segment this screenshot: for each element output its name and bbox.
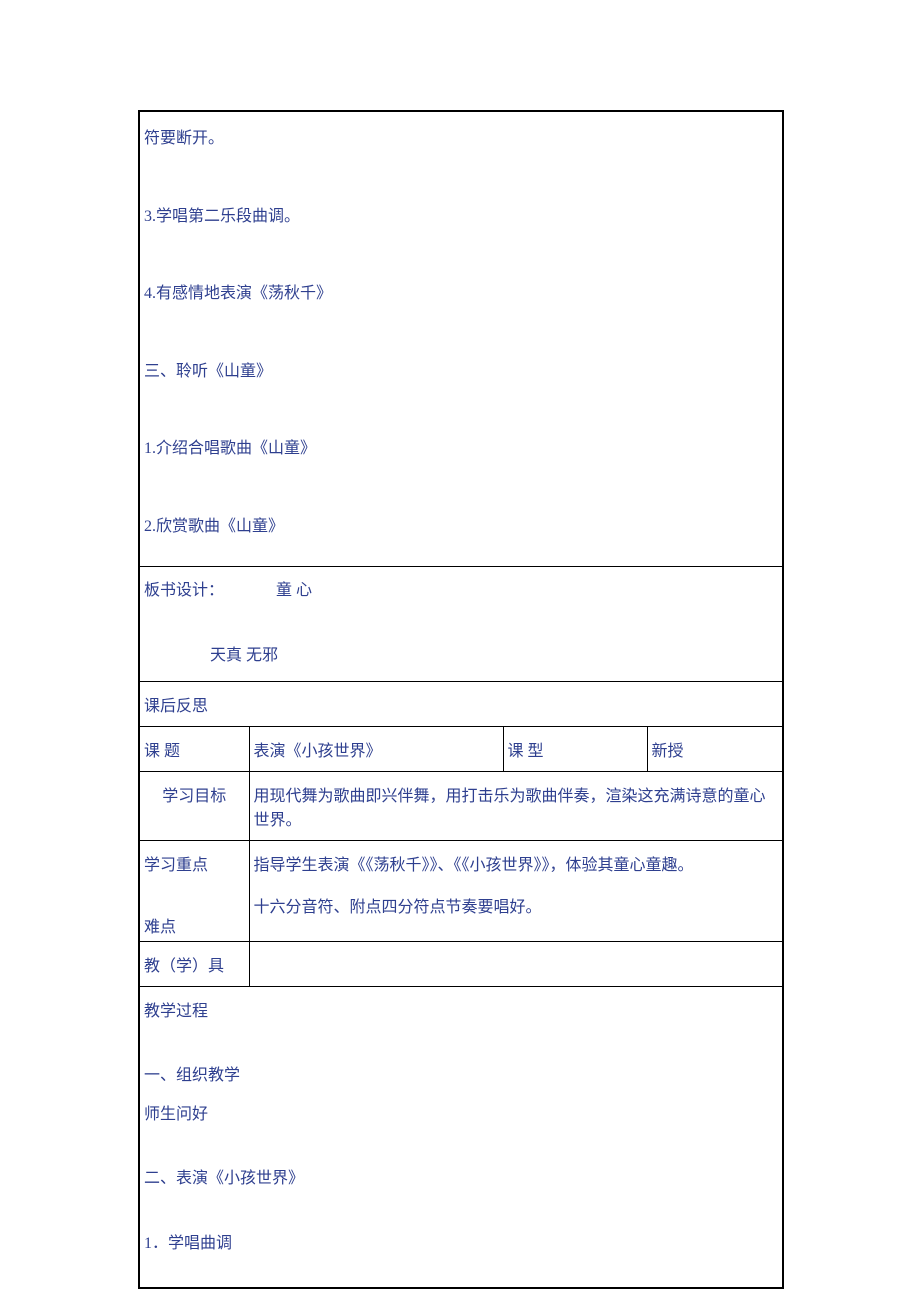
text-line: 4.有感情地表演《荡秋千》 xyxy=(144,273,778,315)
board-design: 板书设计： 童 心 天真 无邪 xyxy=(140,567,782,681)
reflection-label: 课后反思 xyxy=(144,698,208,715)
top-content-row: 符要断开。 3.学唱第二乐段曲调。 4.有感情地表演《荡秋千》 三、聆听《山童》… xyxy=(139,111,783,566)
board-subtitle: 天真 无邪 xyxy=(144,638,778,673)
bottom-content: 教学过程 一、组织教学 师生问好 二、表演《小孩世界》 1．学唱曲调 xyxy=(140,987,782,1287)
top-content: 符要断开。 3.学唱第二乐段曲调。 4.有感情地表演《荡秋千》 三、聆听《山童》… xyxy=(140,112,782,566)
goal-value: 用现代舞为歌曲即兴伴舞，用打击乐为歌曲伴奏，渲染这充满诗意的童心世界。 xyxy=(249,771,783,840)
text-line: 1.介绍合唱歌曲《山童》 xyxy=(144,428,778,470)
text-line: 三、聆听《山童》 xyxy=(144,351,778,393)
text-line: 师生问好 xyxy=(144,1096,778,1134)
tools-row: 教（学）具 xyxy=(139,941,783,986)
focus-value-cell: 指导学生表演《《荡秋千》》、《《小孩世界》》，体验其童心童趣。 十六分音符、附点… xyxy=(249,840,783,941)
bottom-content-row: 教学过程 一、组织教学 师生问好 二、表演《小孩世界》 1．学唱曲调 xyxy=(139,986,783,1287)
focus-label1: 学习重点 xyxy=(144,851,245,875)
board-design-row: 板书设计： 童 心 天真 无邪 xyxy=(139,566,783,681)
tools-value xyxy=(249,941,783,986)
board-line1: 板书设计： 童 心 xyxy=(144,573,778,608)
focus-row: 学习重点 难点 指导学生表演《《荡秋千》》、《《小孩世界》》，体验其童心童趣。 … xyxy=(139,840,783,941)
text-line: 二、表演《小孩世界》 xyxy=(144,1160,778,1198)
text-line: 教学过程 xyxy=(144,993,778,1031)
tools-label: 教（学）具 xyxy=(139,941,249,986)
focus-label-cell: 学习重点 难点 xyxy=(139,840,249,941)
text-line: 3.学唱第二乐段曲调。 xyxy=(144,196,778,238)
document-table: 符要断开。 3.学唱第二乐段曲调。 4.有感情地表演《荡秋千》 三、聆听《山童》… xyxy=(138,110,784,1289)
topic-label: 课 题 xyxy=(139,726,249,771)
text-line: 符要断开。 xyxy=(144,118,778,160)
board-label: 板书设计： xyxy=(144,582,224,599)
text-line: 2.欣赏歌曲《山童》 xyxy=(144,506,778,548)
focus-label2: 难点 xyxy=(144,913,245,937)
goal-row: 学习目标 用现代舞为歌曲即兴伴舞，用打击乐为歌曲伴奏，渲染这充满诗意的童心世界。 xyxy=(139,771,783,840)
topic-value: 表演《小孩世界》 xyxy=(249,726,503,771)
type-label: 课 型 xyxy=(503,726,647,771)
topic-row: 课 题 表演《小孩世界》 课 型 新授 xyxy=(139,726,783,771)
focus-value2: 十六分音符、附点四分符点节奏要唱好。 xyxy=(254,893,779,917)
goal-label: 学习目标 xyxy=(139,771,249,840)
text-line: 一、组织教学 xyxy=(144,1057,778,1095)
reflection-row: 课后反思 xyxy=(139,681,783,726)
board-title: 童 心 xyxy=(276,582,312,599)
focus-value1: 指导学生表演《《荡秋千》》、《《小孩世界》》，体验其童心童趣。 xyxy=(254,851,779,875)
type-value: 新授 xyxy=(647,726,783,771)
text-line: 1．学唱曲调 xyxy=(144,1225,778,1263)
